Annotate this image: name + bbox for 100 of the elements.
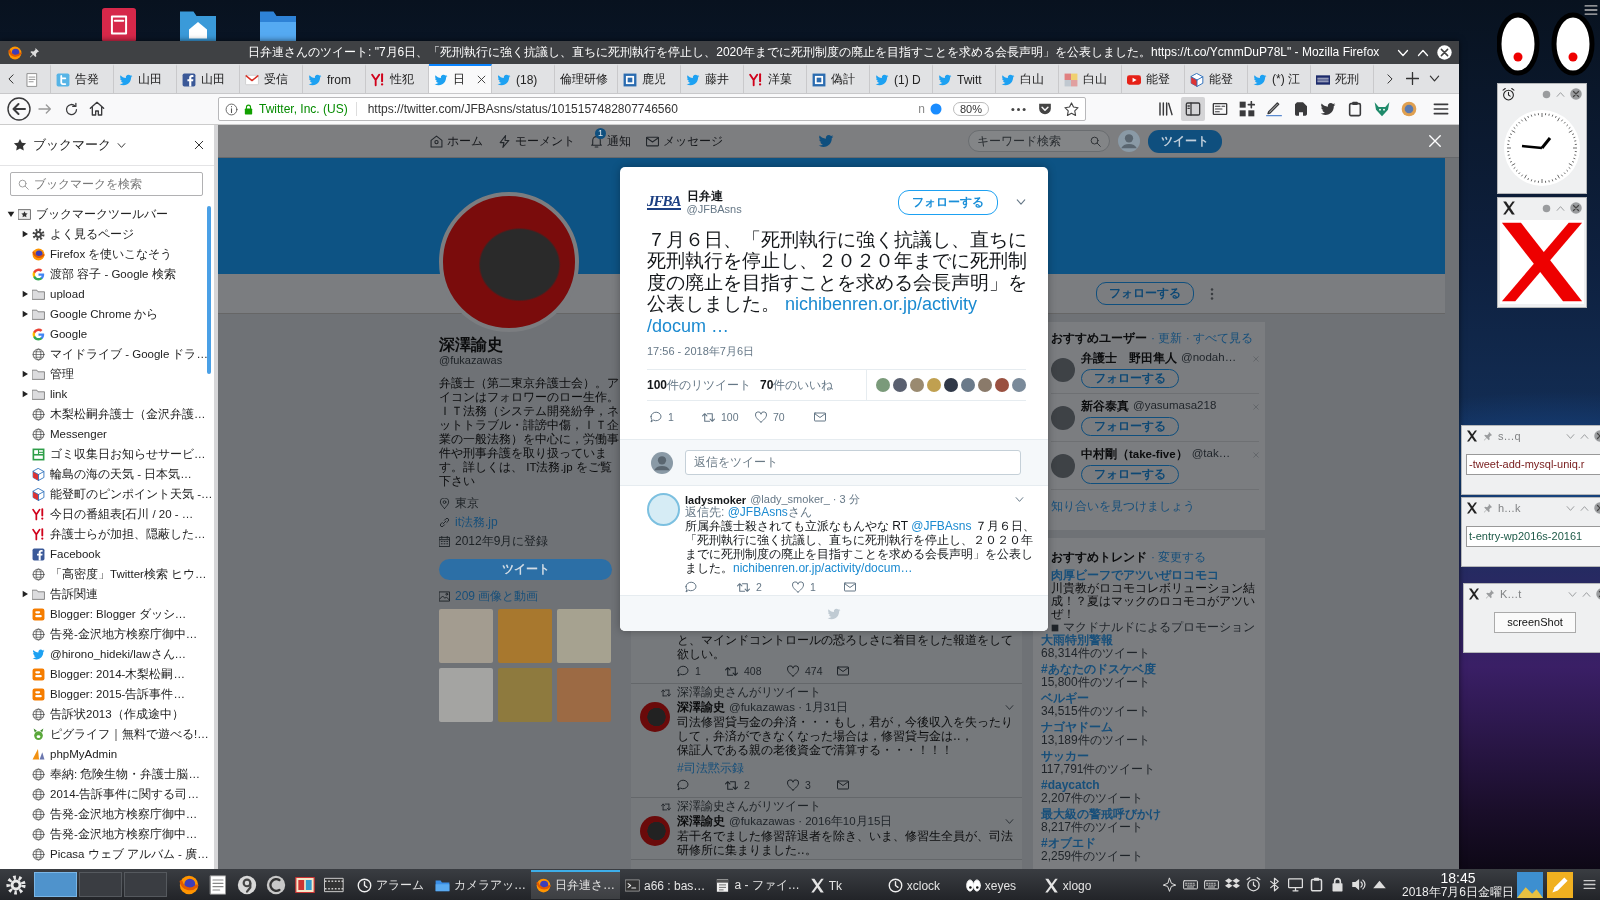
info-icon[interactable] [225,102,238,116]
bookmark-item[interactable]: 告訴状2013（作成途中） [0,704,214,724]
bookmark-item[interactable]: phpMyAdmin [0,744,214,764]
expand-arrow-icon[interactable] [20,310,29,318]
bookmark-item[interactable]: 告発-金沢地方検察庁御中… [0,624,214,644]
site-identity[interactable]: Twitter, Inc. (US) [259,102,357,116]
monitor-icon[interactable] [1288,877,1303,892]
user-avatar[interactable] [1051,357,1075,382]
bookmark-item[interactable]: @hirono_hideki/lawさん… [0,644,214,664]
heart-icon[interactable] [787,665,799,677]
retweet-icon[interactable] [725,778,738,792]
back-icon[interactable] [7,97,31,121]
envelope-icon[interactable] [837,779,849,791]
taskbar-task[interactable]: a66 : bas… [620,870,711,899]
user-avatar[interactable] [1051,405,1075,430]
tweet-link[interactable]: nichibenren.or.jp/activity [785,293,978,314]
tweet-button[interactable]: ツイート [1148,129,1222,153]
envelope-icon[interactable] [814,411,826,424]
author-name[interactable]: 深澤諭史 [677,700,725,715]
bookmark-folder[interactable]: link [0,384,214,404]
sidebar-title[interactable]: ブックマーク [33,136,111,154]
swirl-icon[interactable] [237,874,257,895]
close-icon[interactable] [194,140,204,150]
expand-arrow-icon[interactable] [20,370,29,378]
clipboard-icon[interactable] [1309,877,1324,892]
clock-date[interactable]: 2018年7月6日金曜日 [1401,885,1514,899]
book-icon[interactable] [295,874,315,895]
bookmark-item[interactable]: 木梨松嗣弁護士（金沢弁護… [0,404,214,424]
keyboard-icon[interactable] [1204,877,1219,892]
pen-icon[interactable] [1547,871,1573,898]
retweet-stat[interactable]: 100件のリツイート [647,377,752,394]
liker-avatar[interactable] [944,378,958,393]
jfba-logo[interactable]: JFBA [647,194,681,210]
search-field[interactable]: キーワード検索 [968,130,1110,152]
close-icon[interactable] [477,75,486,84]
landscape-icon[interactable] [1517,871,1543,898]
plus-icon[interactable] [1405,72,1419,85]
bookmark-item[interactable]: Blogger: 2015-告訴事件… [0,684,214,704]
tweet-button[interactable]: ツイート [439,559,612,580]
dot-icon[interactable] [1542,203,1551,213]
bookmark-item[interactable]: ピグライフ｜無料で遊べる!… [0,724,214,744]
bookmark-item[interactable]: 弁護士らが加担、隠蔽した… [0,524,214,544]
author-name[interactable]: 深澤諭史 [677,814,725,829]
sparkle-icon[interactable] [1162,877,1177,892]
bookmark-item[interactable]: Firefox を使いこなそう [0,244,214,264]
reply-field[interactable]: 返信をツイート [685,450,1021,475]
menu-icon[interactable] [1584,3,1598,17]
tweet-link[interactable]: /docum … [647,316,730,337]
liker-avatar[interactable] [893,378,907,393]
desktop-pager-cell[interactable] [34,872,77,897]
text-field[interactable]: t-entry-wp2016s-20161 [1466,526,1600,547]
screenshot-button[interactable]: screenShot [1494,612,1576,633]
expand-arrow-icon[interactable] [20,290,29,298]
expand-arrow-icon[interactable] [20,590,29,598]
home-icon[interactable] [89,101,105,117]
bookmark-item[interactable]: 渡部 容子 - Google 検索 [0,264,214,284]
taskbar-task[interactable]: xclock [882,870,961,899]
scrollbar-thumb[interactable] [207,206,211,374]
mention-link[interactable]: @JFBAsns [727,505,788,519]
bookmark-folder[interactable]: 告訴関連 [0,584,214,604]
text-field[interactable]: -tweet-add-mysql-uniq.r [1466,454,1600,475]
tweet-link[interactable]: @JFBAsns [911,519,972,533]
bookmark-item[interactable]: Google [0,324,214,344]
bookmark-folder[interactable]: Google Chrome から [0,304,214,324]
bookmark-item[interactable]: Facebook [0,544,214,564]
user-avatar[interactable] [640,816,670,846]
collapse-arrow-icon[interactable] [6,210,15,218]
bluetooth-icon[interactable] [1267,877,1282,892]
bookmark-item[interactable]: ゴミ収集日お知らせサービ… [0,444,214,464]
menu-icon[interactable] [1583,878,1596,891]
menu-icon[interactable] [1433,101,1449,117]
bookmark-folder[interactable]: 管理 [0,364,214,384]
reply-icon[interactable] [677,665,689,677]
nav-link[interactable]: ホーム [430,127,483,155]
retweet-icon[interactable] [737,580,750,594]
alarm-icon[interactable] [1246,877,1261,892]
bookmark-item[interactable]: 「高密度」Twitter検索 ヒウ… [0,564,214,584]
bookmark-item[interactable]: 告発-金沢地方検察庁御中… [0,824,214,844]
desktop-pager-cell[interactable] [124,872,167,897]
bookmark-item[interactable]: Blogger: Blogger ダッシ… [0,604,214,624]
dot-icon[interactable] [1542,89,1551,99]
bookmark-folder[interactable]: ブックマークツールバー [0,204,214,224]
nav-link[interactable]: 1 通知 [590,127,631,155]
browser-tab[interactable]: 日 [429,64,492,93]
taskbar-task[interactable]: 日弁連さ… [531,870,620,899]
bookmark-item[interactable]: Blogger: 2014-木梨松嗣… [0,664,214,684]
envelope-icon[interactable] [844,581,856,593]
expand-arrow-icon[interactable] [20,230,29,238]
chevron-down-icon[interactable] [117,140,126,150]
bookmark-item[interactable]: Messenger [0,424,214,444]
expand-arrow-icon[interactable] [20,390,29,398]
bookmark-star-icon[interactable] [1064,101,1079,117]
chevron-right-icon[interactable] [1385,73,1395,84]
forward-icon[interactable] [37,101,53,117]
taskbar-task[interactable]: xlogo [1038,870,1117,899]
envelope-icon[interactable] [837,665,849,677]
author-name[interactable]: 日弁連 [686,188,742,203]
close-icon[interactable] [1570,88,1582,100]
bookmark-item[interactable]: 輪島の海の天気 - 日本気… [0,464,214,484]
bookmark-item[interactable]: マイドライブ - Google ドラ… [0,344,214,364]
